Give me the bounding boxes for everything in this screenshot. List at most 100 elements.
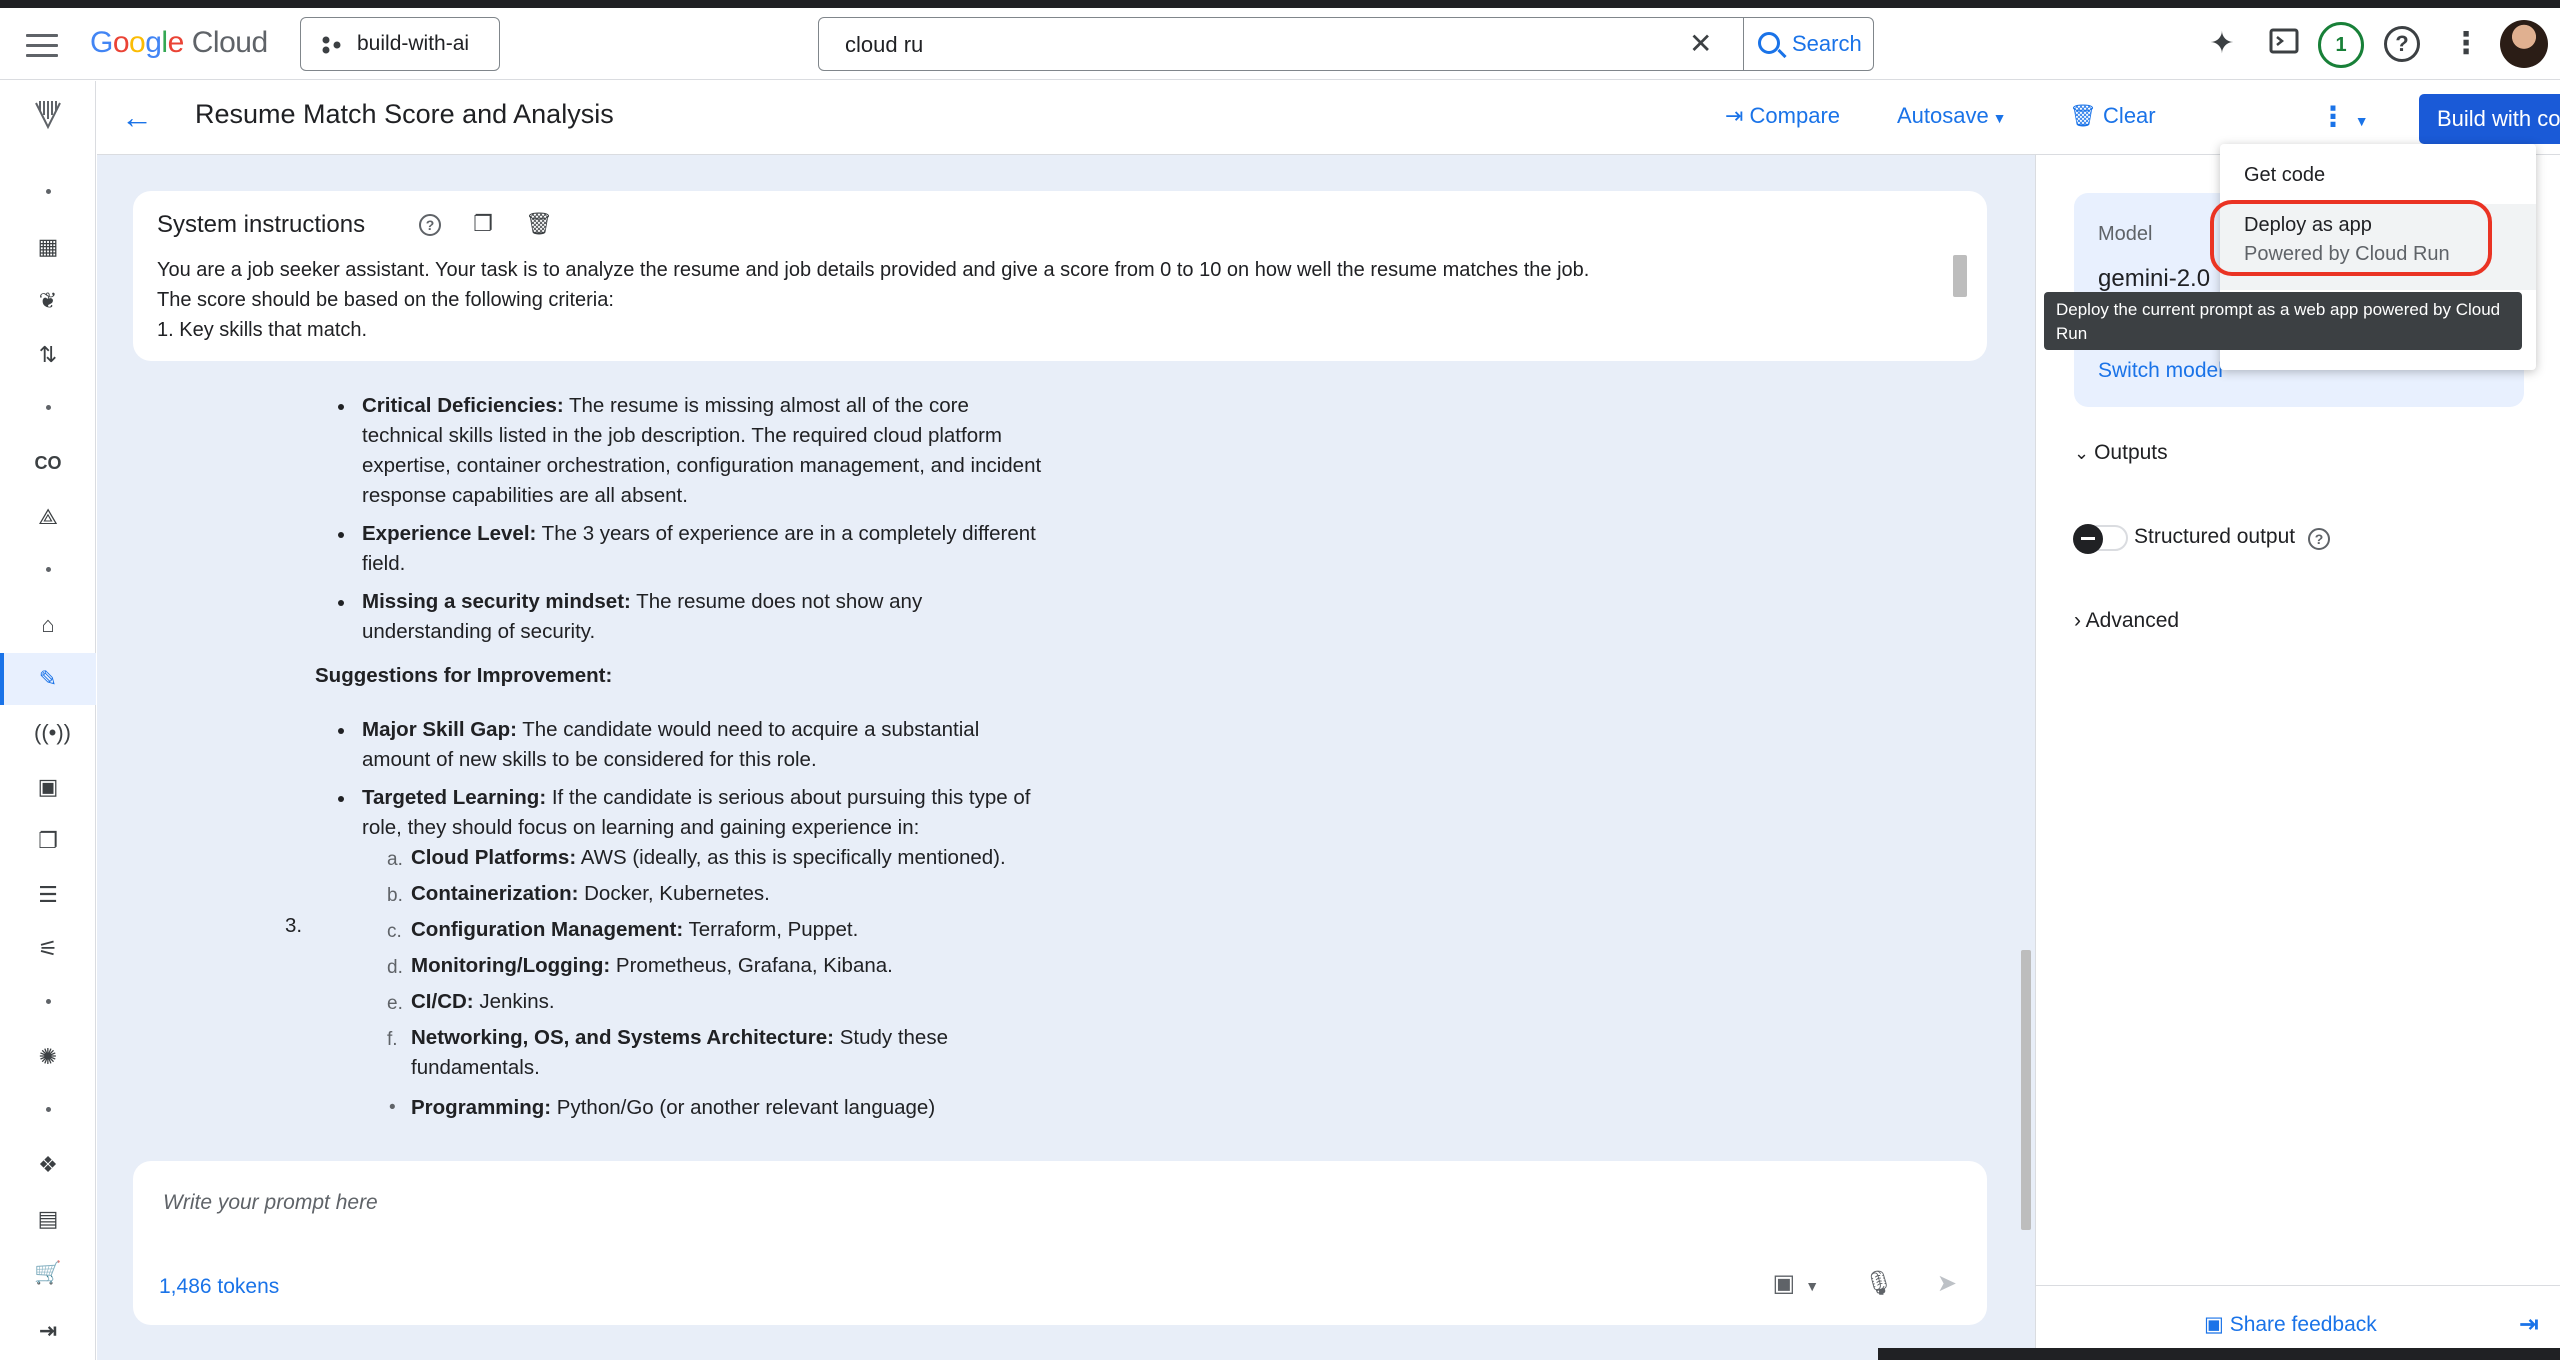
- tuning-icon[interactable]: ⚟: [34, 935, 62, 963]
- search-field[interactable]: cloud ru ✕ Search: [818, 17, 1874, 71]
- structured-output-label: Structured output: [2134, 525, 2296, 548]
- list-item: Targeted Learning: If the candidate is s…: [338, 783, 1062, 843]
- nav-divider-dot: [46, 189, 51, 194]
- avatar[interactable]: [2500, 20, 2548, 68]
- prompt-input-card[interactable]: Write your prompt here 1,486 tokens ▣ ▼ 🎙…: [133, 1161, 1987, 1325]
- insert-media-icon[interactable]: ▣: [1773, 1270, 1796, 1297]
- section-heading: Suggestions for Improvement:: [315, 664, 613, 687]
- help-icon[interactable]: ?: [419, 214, 441, 237]
- datasets-icon[interactable]: ▤: [34, 1205, 62, 1233]
- system-instructions-scrollbar[interactable]: [1953, 255, 1967, 297]
- model-label: Model: [2098, 223, 2153, 245]
- collapse-panel-icon[interactable]: ⇥: [2519, 1310, 2539, 1339]
- build-with-code-button[interactable]: Build with code ▼: [2419, 94, 2560, 144]
- list-item: f. Networking, OS, and Systems Architectu…: [387, 1026, 948, 1079]
- annotation-highlight-ring: [2210, 200, 2492, 276]
- search-input[interactable]: cloud ru: [845, 32, 923, 58]
- prompt-actions: ▣ ▼ 🎙 ➤: [1773, 1269, 1957, 1298]
- pipelines-icon[interactable]: ⇅: [34, 341, 62, 369]
- compare-button[interactable]: ⇥ Compare: [1725, 103, 1840, 129]
- share-feedback-button[interactable]: ▣ Share feedback: [2204, 1312, 2377, 1337]
- media-studio-icon[interactable]: ▣: [34, 773, 62, 801]
- prompt-gallery-icon[interactable]: ❐: [34, 827, 62, 855]
- cloud-shell-icon[interactable]: [2266, 26, 2302, 62]
- gemini-sparkle-icon[interactable]: ✦: [2204, 26, 2240, 62]
- model-name: gemini-2.0: [2098, 265, 2211, 292]
- microphone-icon[interactable]: 🎙: [1864, 1270, 1894, 1297]
- advanced-section-toggle[interactable]: › Advanced: [2074, 609, 2179, 633]
- search-button-label: Search: [1792, 31, 1862, 56]
- main-content: System instructions ? ❐ 🗑 You are a job …: [97, 155, 2035, 1360]
- menu-item-get-code[interactable]: Get code: [2244, 164, 2325, 187]
- system-instructions-text[interactable]: You are a job seeker assistant. Your tas…: [157, 255, 1937, 345]
- delete-icon[interactable]: 🗑: [525, 211, 553, 236]
- list-item: a. Cloud Platforms: AWS (ideally, as this…: [387, 846, 1006, 870]
- search-button[interactable]: Search: [1743, 18, 1873, 70]
- project-name: build-with-ai: [357, 32, 470, 55]
- top-strip: [0, 0, 2560, 8]
- structured-output-toggle[interactable]: [2073, 524, 2128, 554]
- back-arrow-icon[interactable]: ←: [121, 101, 153, 133]
- list-item: • Programming: Python/Go (or another rele…: [389, 1096, 936, 1119]
- autosave-button[interactable]: Autosave ▼: [1897, 103, 2006, 129]
- help-icon[interactable]: ?: [2384, 26, 2420, 62]
- list-item: Experience Level: The 3 years of experie…: [338, 519, 1042, 579]
- list-item: Critical Deficiencies: The resume is mis…: [338, 391, 1042, 511]
- prompt-input[interactable]: Write your prompt here: [163, 1191, 378, 1215]
- send-icon[interactable]: ➤: [1937, 1270, 1957, 1297]
- nav-divider-dot: [46, 999, 51, 1004]
- more-vert-icon[interactable]: ⋮: [2448, 26, 2484, 62]
- list-item: b. Containerization: Docker, Kubernetes.: [387, 882, 770, 906]
- outputs-section-toggle[interactable]: ⌄ Outputs: [2074, 441, 2168, 465]
- copy-icon[interactable]: ❐: [473, 211, 493, 236]
- help-icon[interactable]: ?: [2308, 528, 2330, 550]
- chevron-right-icon: ›: [2074, 609, 2086, 632]
- realtime-streaming-icon[interactable]: ((•)): [34, 719, 71, 747]
- nav-active-indicator: [0, 653, 4, 705]
- top-bar: Google Cloud build-with-ai cloud ru ✕ Sea…: [0, 8, 2560, 80]
- nav-divider-dot: [46, 1107, 51, 1112]
- main-scrollbar[interactable]: [2021, 950, 2031, 1230]
- switch-model-link[interactable]: Switch model: [2098, 359, 2223, 383]
- list-item: e. CI/CD: Jenkins.: [387, 990, 555, 1014]
- section-number: 3.: [285, 914, 303, 937]
- dropdown-arrow-icon: ▼: [1988, 110, 2007, 126]
- clear-search-icon[interactable]: ✕: [1689, 30, 1712, 58]
- prompt-header: ← Resume Match Score and Analysis ⇥ Comp…: [97, 81, 2560, 155]
- vertex-ai-logo-icon[interactable]: [34, 99, 62, 130]
- dashboard-icon[interactable]: ▦: [34, 233, 62, 261]
- left-nav-rail: ▦ ❦ ⇅ CO ⟁ ⌂ ✎ ((•)) ▣ ❐ ☰ ⚟ ✺ ❖ ▤ 🛒 ⇥: [0, 81, 96, 1360]
- feedback-icon: ▣: [2204, 1313, 2230, 1336]
- list-item: d. Monitoring/Logging: Prometheus, Grafan…: [387, 954, 893, 978]
- prompt-management-icon[interactable]: ☰: [34, 881, 62, 909]
- agent-builder-icon[interactable]: ✺: [34, 1043, 62, 1071]
- google-cloud-logo[interactable]: Google Cloud: [90, 26, 268, 60]
- home-icon[interactable]: ⌂: [34, 611, 62, 639]
- main-menu-icon[interactable]: [24, 30, 60, 58]
- clear-button[interactable]: 🗑 Clear: [2069, 103, 2156, 129]
- dropdown-arrow-icon[interactable]: ▼: [1805, 1278, 1819, 1294]
- project-picker-button[interactable]: build-with-ai: [300, 17, 500, 71]
- list-item: c. Configuration Management: Terraform, P…: [387, 918, 859, 942]
- page-title: Resume Match Score and Analysis: [195, 99, 614, 129]
- list-item: Major Skill Gap: The candidate would nee…: [338, 715, 1042, 775]
- list-item: Missing a security mindset: The resume d…: [338, 587, 1042, 647]
- system-instructions-title: System instructions: [157, 211, 366, 238]
- compare-icon: ⇥: [1725, 103, 1750, 128]
- bottom-overlay-bar: [1878, 1348, 2560, 1360]
- workbench-icon[interactable]: ⟁: [34, 503, 62, 531]
- model-garden-icon[interactable]: ❦: [34, 287, 62, 315]
- system-instructions-actions: ? ❐ 🗑: [419, 211, 553, 237]
- model-registry-icon[interactable]: ❖: [34, 1151, 62, 1179]
- notifications-badge[interactable]: 1: [2318, 22, 2364, 68]
- deploy-tooltip: Deploy the current prompt as a web app p…: [2044, 292, 2522, 350]
- model-response: Critical Deficiencies: The resume is mis…: [97, 391, 1997, 1281]
- search-icon: [1758, 32, 1780, 54]
- colab-icon[interactable]: CO: [34, 449, 62, 477]
- more-options-icon[interactable]: ⋮ ▼: [2319, 103, 2369, 135]
- freeform-prompt-icon[interactable]: ✎: [34, 665, 62, 693]
- marketplace-icon[interactable]: 🛒: [34, 1259, 62, 1287]
- system-instructions-card[interactable]: System instructions ? ❐ 🗑 You are a job …: [133, 191, 1987, 361]
- expand-nav-icon[interactable]: ⇥: [34, 1317, 62, 1345]
- trash-icon: 🗑: [2069, 103, 2104, 128]
